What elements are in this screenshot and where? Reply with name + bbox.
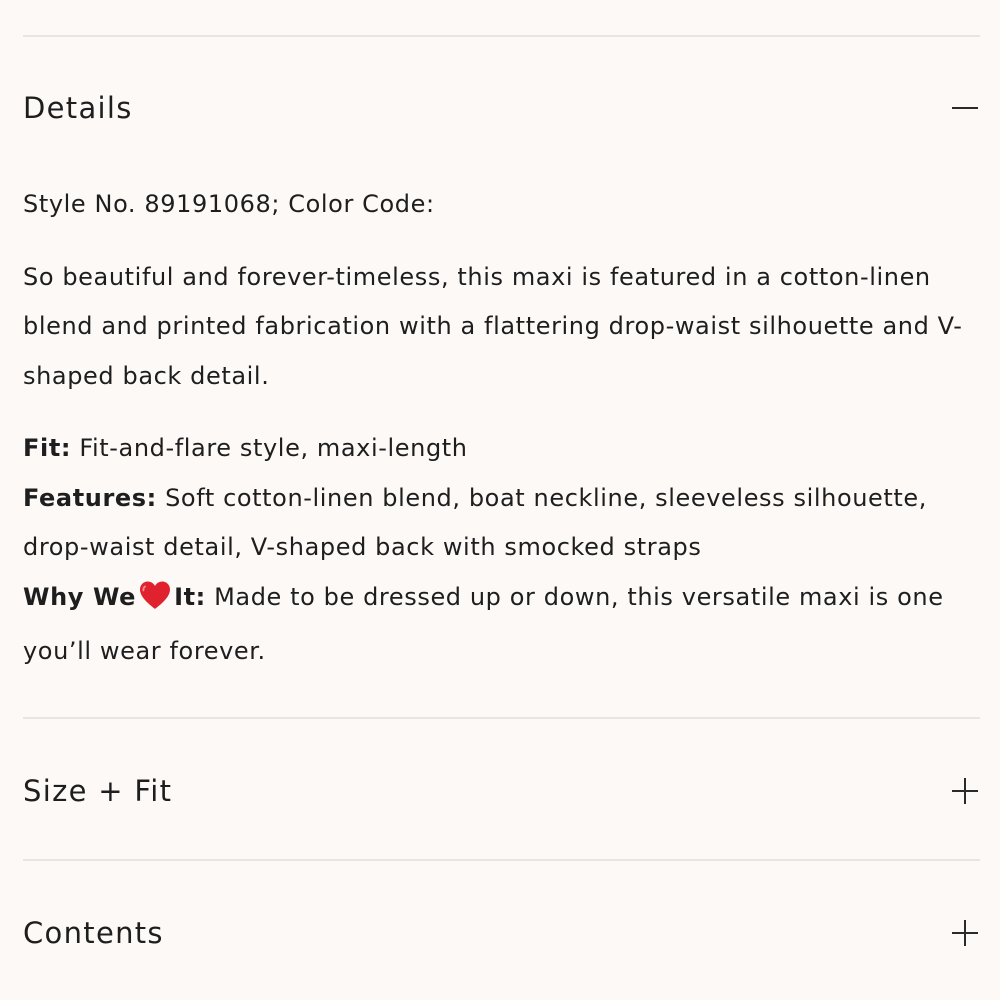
fit-line: Fit: Fit-and-flare style, maxi-length xyxy=(23,424,983,474)
divider-size-contents xyxy=(23,859,980,861)
minus-icon[interactable] xyxy=(950,93,980,123)
details-content: Style No. 89191068; Color Code: So beaut… xyxy=(23,180,983,677)
features-line: Features: Soft cotton-linen blend, boat … xyxy=(23,474,983,573)
style-number: Style No. 89191068; Color Code: xyxy=(23,190,435,218)
fit-text: Fit-and-flare style, maxi-length xyxy=(71,434,468,462)
size-fit-accordion-header[interactable]: Size + Fit xyxy=(23,761,980,821)
details-accordion-header[interactable]: Details xyxy=(23,78,980,138)
why-label-pre: Why We xyxy=(23,582,137,611)
why-label-post: It: xyxy=(174,582,206,611)
contents-title: Contents xyxy=(23,916,164,950)
divider-top xyxy=(23,35,980,37)
details-title: Details xyxy=(23,91,133,125)
features-text: Soft cotton-linen blend, boat neckline, … xyxy=(23,483,928,562)
why-we-love-it-line: Why We It: Made to be dressed up or down,… xyxy=(23,573,983,677)
plus-icon[interactable] xyxy=(950,918,980,948)
heart-icon xyxy=(138,578,172,628)
product-accordion: Details Style No. 89191068; Color Code: … xyxy=(0,0,1000,1000)
features-label: Features: xyxy=(23,483,157,512)
contents-accordion-header[interactable]: Contents xyxy=(23,903,980,963)
size-fit-title: Size + Fit xyxy=(23,774,173,808)
plus-icon[interactable] xyxy=(950,776,980,806)
fit-label: Fit: xyxy=(23,434,72,462)
product-description: So beautiful and forever-timeless, this … xyxy=(23,262,963,390)
divider-details-size xyxy=(23,717,980,719)
